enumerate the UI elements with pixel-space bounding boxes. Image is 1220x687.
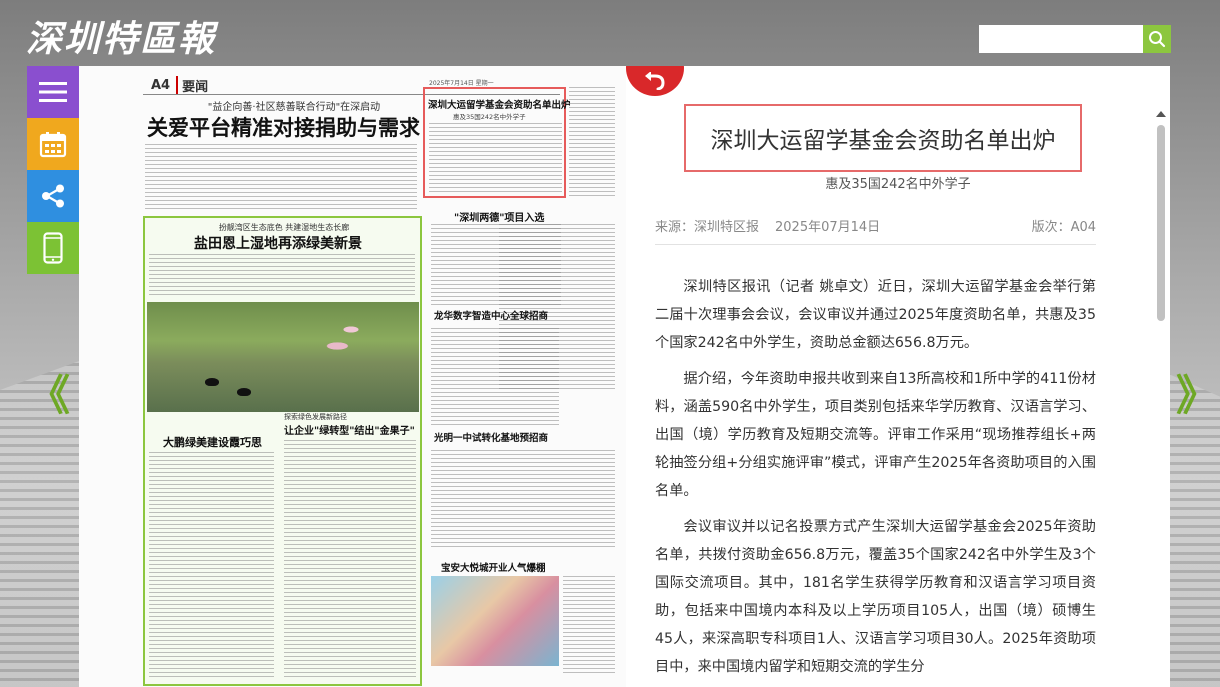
green-story-text <box>149 254 415 298</box>
calendar-icon <box>39 132 67 158</box>
right-text-4 <box>563 576 615 676</box>
right-headline-4: 宝安大悦城开业人气爆棚 <box>441 563 546 574</box>
mall-photo <box>431 576 559 666</box>
newspaper-page: A4 要闻 2025年7月14日 星期一 "益企向善·社区慈善联合行动"在深启动… <box>79 66 626 687</box>
main-headline[interactable]: 关爱平台精准对接捐助与需求 <box>147 112 420 142</box>
green-headline: 盐田恩上湿地再添绿美新景 <box>194 236 362 252</box>
right-column-text <box>569 87 615 198</box>
previous-page-arrow[interactable]: 《 <box>28 362 70 423</box>
article-reader: 深圳大运留学基金会资助名单出炉 惠及35国242名中外学子 来源：深圳特区报 2… <box>626 66 1170 687</box>
article-body: 深圳特区报讯（记者 姚卓文）近日，深圳大运留学基金会举行第二届十次理事会会议，会… <box>655 273 1096 687</box>
green-lower-headline: 大鹏绿美建设霞巧思 <box>163 436 262 449</box>
article-paragraph: 深圳特区报讯（记者 姚卓文）近日，深圳大运留学基金会举行第二届十次理事会会议，会… <box>655 279 1096 351</box>
right-headline-1: "深圳两德"项目入选 <box>454 213 545 224</box>
highlighted-article-box[interactable]: 深圳大运留学基金会资助名单出炉 惠及35国242名中外学子 <box>423 87 571 198</box>
article-edition: 版次：A04 <box>1031 220 1096 235</box>
article-scrollbar[interactable] <box>1156 111 1166 687</box>
highlighted-text <box>429 123 562 193</box>
article-title-box: 深圳大运留学基金会资助名单出炉 <box>684 104 1082 172</box>
share-icon <box>42 184 64 208</box>
menu-icon <box>39 82 67 102</box>
right-text-3 <box>431 450 615 550</box>
article-paragraph: 据介绍，今年资助申报共收到来自13所高校和1所中学的411份材料，涵盖590名中… <box>655 371 1096 499</box>
highlighted-subhead: 惠及35国242名中外学子 <box>453 113 526 121</box>
center-story-text <box>284 440 416 680</box>
article-paragraph: 会议审议并以记名投票方式产生深圳大运留学基金会2025年资助名单，共拨付资助金6… <box>655 519 1096 675</box>
scroll-up-arrow[interactable] <box>1156 111 1166 117</box>
center-kicker: 探索绿色发展新路径 <box>284 413 347 421</box>
article-subtitle: 惠及35国242名中外学子 <box>825 177 971 192</box>
mobile-icon <box>43 232 63 264</box>
article-meta: 来源：深圳特区报 2025年07月14日 版次：A04 <box>655 216 1096 245</box>
green-lower-text <box>149 452 274 680</box>
main-kicker: "益企向善·社区慈善联合行动"在深启动 <box>207 102 381 113</box>
article-date: 2025年07月14日 <box>775 220 881 235</box>
menu-button[interactable] <box>27 66 79 118</box>
green-kicker: 扮靓湾区生态底色 共建湿地生态长廊 <box>218 223 350 232</box>
swan-shape <box>205 378 219 386</box>
center-headline: 让企业"绿转型"结出"金果子" <box>284 426 415 437</box>
right-headline-2: 龙华数字智造中心全球招商 <box>434 311 549 322</box>
site-logo[interactable]: 深圳特區報 <box>26 10 216 62</box>
page-dateline: 2025年7月14日 星期一 <box>429 80 494 87</box>
section-label: 要闻 <box>176 76 208 95</box>
search-input[interactable] <box>979 25 1143 53</box>
side-toolbar <box>27 66 79 274</box>
right-headline-3: 光明一中试转化基地预招商 <box>434 433 549 444</box>
mobile-button[interactable] <box>27 222 79 274</box>
pond-photo <box>147 302 419 412</box>
back-arrow-icon <box>645 72 665 90</box>
page-header: A4 要闻 <box>151 76 208 95</box>
right-text-2 <box>431 328 559 428</box>
page-number: A4 <box>151 78 171 93</box>
search-bar <box>979 25 1171 53</box>
next-page-arrow[interactable]: 》 <box>1176 362 1218 423</box>
share-button[interactable] <box>27 170 79 222</box>
article-source: 来源：深圳特区报 <box>655 220 760 235</box>
calendar-button[interactable] <box>27 118 79 170</box>
main-story-text <box>145 144 417 212</box>
search-icon <box>1149 31 1166 48</box>
swan-shape <box>237 388 251 396</box>
search-button[interactable] <box>1143 25 1171 53</box>
scroll-thumb[interactable] <box>1157 125 1165 321</box>
back-button[interactable] <box>626 66 684 96</box>
article-title: 深圳大运留学基金会资助名单出炉 <box>710 128 1056 154</box>
highlighted-headline: 深圳大运留学基金会资助名单出炉 <box>428 100 571 111</box>
